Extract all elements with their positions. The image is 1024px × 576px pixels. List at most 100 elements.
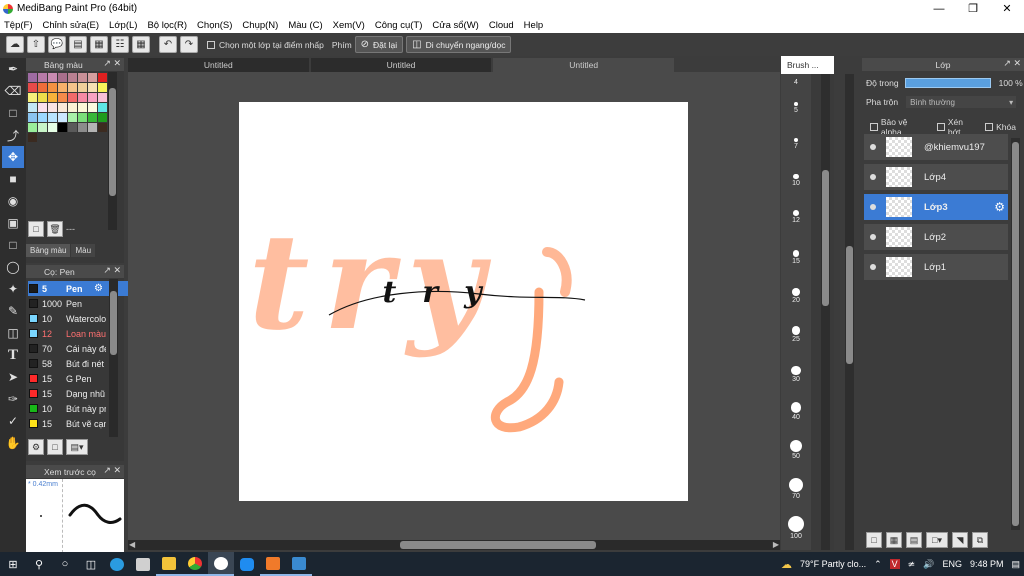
layer-row[interactable]: @khiemvu197 xyxy=(864,134,1008,162)
color-swatch[interactable] xyxy=(48,83,57,92)
color-swatch[interactable] xyxy=(78,73,87,82)
new-brush-icon[interactable]: □ xyxy=(47,439,63,455)
brush-size-option[interactable]: 12 xyxy=(781,210,811,224)
color-swatch[interactable] xyxy=(48,103,57,112)
zalo-icon[interactable] xyxy=(234,552,260,576)
add-brush-dropdown-icon[interactable]: ▤▾ xyxy=(66,439,88,455)
antivirus-icon[interactable]: V xyxy=(889,559,900,569)
folder-icon[interactable]: ◥ xyxy=(952,532,968,548)
checkbox-box[interactable] xyxy=(870,123,878,131)
menu-snap[interactable]: Chụp(N) xyxy=(242,20,278,31)
weather-text[interactable]: 79°F Partly clo... xyxy=(800,559,866,569)
canvas-area[interactable]: try try xyxy=(128,72,780,540)
brush-settings-gear-icon[interactable]: ⚙ xyxy=(94,283,103,294)
color-swatch[interactable] xyxy=(28,83,37,92)
color-swatch[interactable] xyxy=(38,123,47,132)
visibility-eye-icon[interactable] xyxy=(870,174,876,180)
new-palette-icon[interactable]: □ xyxy=(28,221,44,237)
brush-size-option[interactable]: 7 xyxy=(781,138,811,150)
brush-size-option[interactable]: 5 xyxy=(781,102,811,114)
brush-size-option[interactable]: 100 xyxy=(781,516,811,540)
color-swatch[interactable] xyxy=(28,133,37,142)
duplicate-layer-icon[interactable]: ⧉ xyxy=(972,532,988,548)
redo-icon[interactable]: ↷ xyxy=(180,36,198,53)
edge-icon[interactable] xyxy=(104,552,130,576)
brush-size-option[interactable]: 15 xyxy=(781,250,811,265)
photos-icon[interactable] xyxy=(286,552,312,576)
file-explorer-icon[interactable] xyxy=(156,552,182,576)
eyedropper-icon[interactable]: ✓ xyxy=(2,410,24,432)
rectangle-tool-icon[interactable]: ■ xyxy=(2,168,24,190)
undo-icon[interactable]: ↶ xyxy=(159,36,177,53)
color-swatch[interactable] xyxy=(98,93,107,102)
brush-size-option[interactable]: 50 xyxy=(781,440,811,460)
color-swatch[interactable] xyxy=(28,123,37,132)
scroll-right-arrow-icon[interactable]: ▶ xyxy=(773,540,779,549)
color-swatch[interactable] xyxy=(88,93,97,102)
new-layer-icon[interactable]: □ xyxy=(866,532,882,548)
text-tool-icon[interactable]: T xyxy=(2,344,24,366)
size-scroll-thumb[interactable] xyxy=(822,170,829,306)
gradient-tool-icon[interactable]: ▣ xyxy=(2,212,24,234)
color-swatch[interactable] xyxy=(68,73,77,82)
color-swatch[interactable] xyxy=(58,113,67,122)
add-layer-dropdown-icon[interactable]: □▾ xyxy=(926,532,948,548)
color-swatch[interactable] xyxy=(78,113,87,122)
palette-scrollbar[interactable] xyxy=(108,72,117,230)
color-swatch[interactable] xyxy=(48,73,57,82)
color-swatch[interactable] xyxy=(88,123,97,132)
weather-icon[interactable]: ☁ xyxy=(781,558,792,571)
move-tool-icon[interactable]: ✥ xyxy=(2,146,24,168)
notification-icon[interactable]: ▤ xyxy=(1011,559,1020,570)
color-swatch[interactable] xyxy=(88,103,97,112)
menu-edit[interactable]: Chỉnh sửa(E) xyxy=(43,20,100,31)
select-rect-icon[interactable]: □ xyxy=(2,234,24,256)
color-swatch[interactable] xyxy=(88,113,97,122)
layer-settings-gear-icon[interactable]: ⚙ xyxy=(994,200,1005,214)
page-icon[interactable]: ▦ xyxy=(90,36,108,53)
brush-tool-icon[interactable]: ✒ xyxy=(2,58,24,80)
palette-field[interactable]: --- xyxy=(66,224,75,234)
color-swatch[interactable] xyxy=(48,123,57,132)
color-swatch[interactable] xyxy=(48,93,57,102)
checkbox-box[interactable] xyxy=(207,40,215,49)
menu-cloud[interactable]: Cloud xyxy=(489,20,514,31)
opacity-slider[interactable] xyxy=(904,78,991,88)
menu-filter[interactable]: Bộ lọc(R) xyxy=(147,20,187,31)
tray-chevron-icon[interactable]: ⌃ xyxy=(874,559,882,570)
maximize-button[interactable]: ❐ xyxy=(956,2,990,15)
color-swatch[interactable] xyxy=(78,123,87,132)
color-swatch[interactable] xyxy=(68,93,77,102)
color-swatch[interactable] xyxy=(68,123,77,132)
tab-color[interactable]: Màu xyxy=(71,244,96,257)
menu-window[interactable]: Cửa sổ(W) xyxy=(432,20,478,31)
magic-wand-icon[interactable]: ✦ xyxy=(2,278,24,300)
document-tab[interactable]: Untitled xyxy=(310,58,492,72)
brush-size-option[interactable]: 30 xyxy=(781,366,811,383)
operation-tool-icon[interactable]: ➤ xyxy=(2,366,24,388)
color-swatch[interactable] xyxy=(28,93,37,102)
brush-settings-icon[interactable]: ⚙ xyxy=(28,439,44,455)
new-halftone-layer-icon[interactable]: ▦ xyxy=(886,532,902,548)
color-swatch[interactable] xyxy=(68,103,77,112)
visibility-eye-icon[interactable] xyxy=(870,144,876,150)
menu-color[interactable]: Màu (C) xyxy=(288,20,322,31)
visibility-eye-icon[interactable] xyxy=(870,234,876,240)
close-button[interactable]: ✕ xyxy=(990,2,1024,15)
blend-mode-select[interactable]: Bình thường ▾ xyxy=(906,96,1017,108)
search-icon[interactable]: ⚲ xyxy=(26,552,52,576)
checkbox-box[interactable] xyxy=(937,123,945,131)
lock-checkbox[interactable]: Khóa xyxy=(985,122,1016,132)
layer-row[interactable]: Lớp3 ⚙ xyxy=(864,194,1008,222)
panel-close-icon[interactable]: ↗ ✕ xyxy=(103,465,121,476)
hand-tool-icon[interactable]: ✋ xyxy=(2,432,24,454)
windows-start-icon[interactable]: ⊞ xyxy=(0,552,26,576)
dot-tool-icon[interactable]: □ xyxy=(2,102,24,124)
comment-icon[interactable]: ▤ xyxy=(69,36,87,53)
line-tool-icon[interactable]: ⤴ xyxy=(2,124,24,146)
tab-palette[interactable]: Bảng màu xyxy=(26,244,71,257)
color-swatch[interactable] xyxy=(58,73,67,82)
canvas-vertical-scrollbar[interactable] xyxy=(845,74,854,550)
select-eraser-icon[interactable]: ◫ xyxy=(2,322,24,344)
color-swatch[interactable] xyxy=(78,103,87,112)
